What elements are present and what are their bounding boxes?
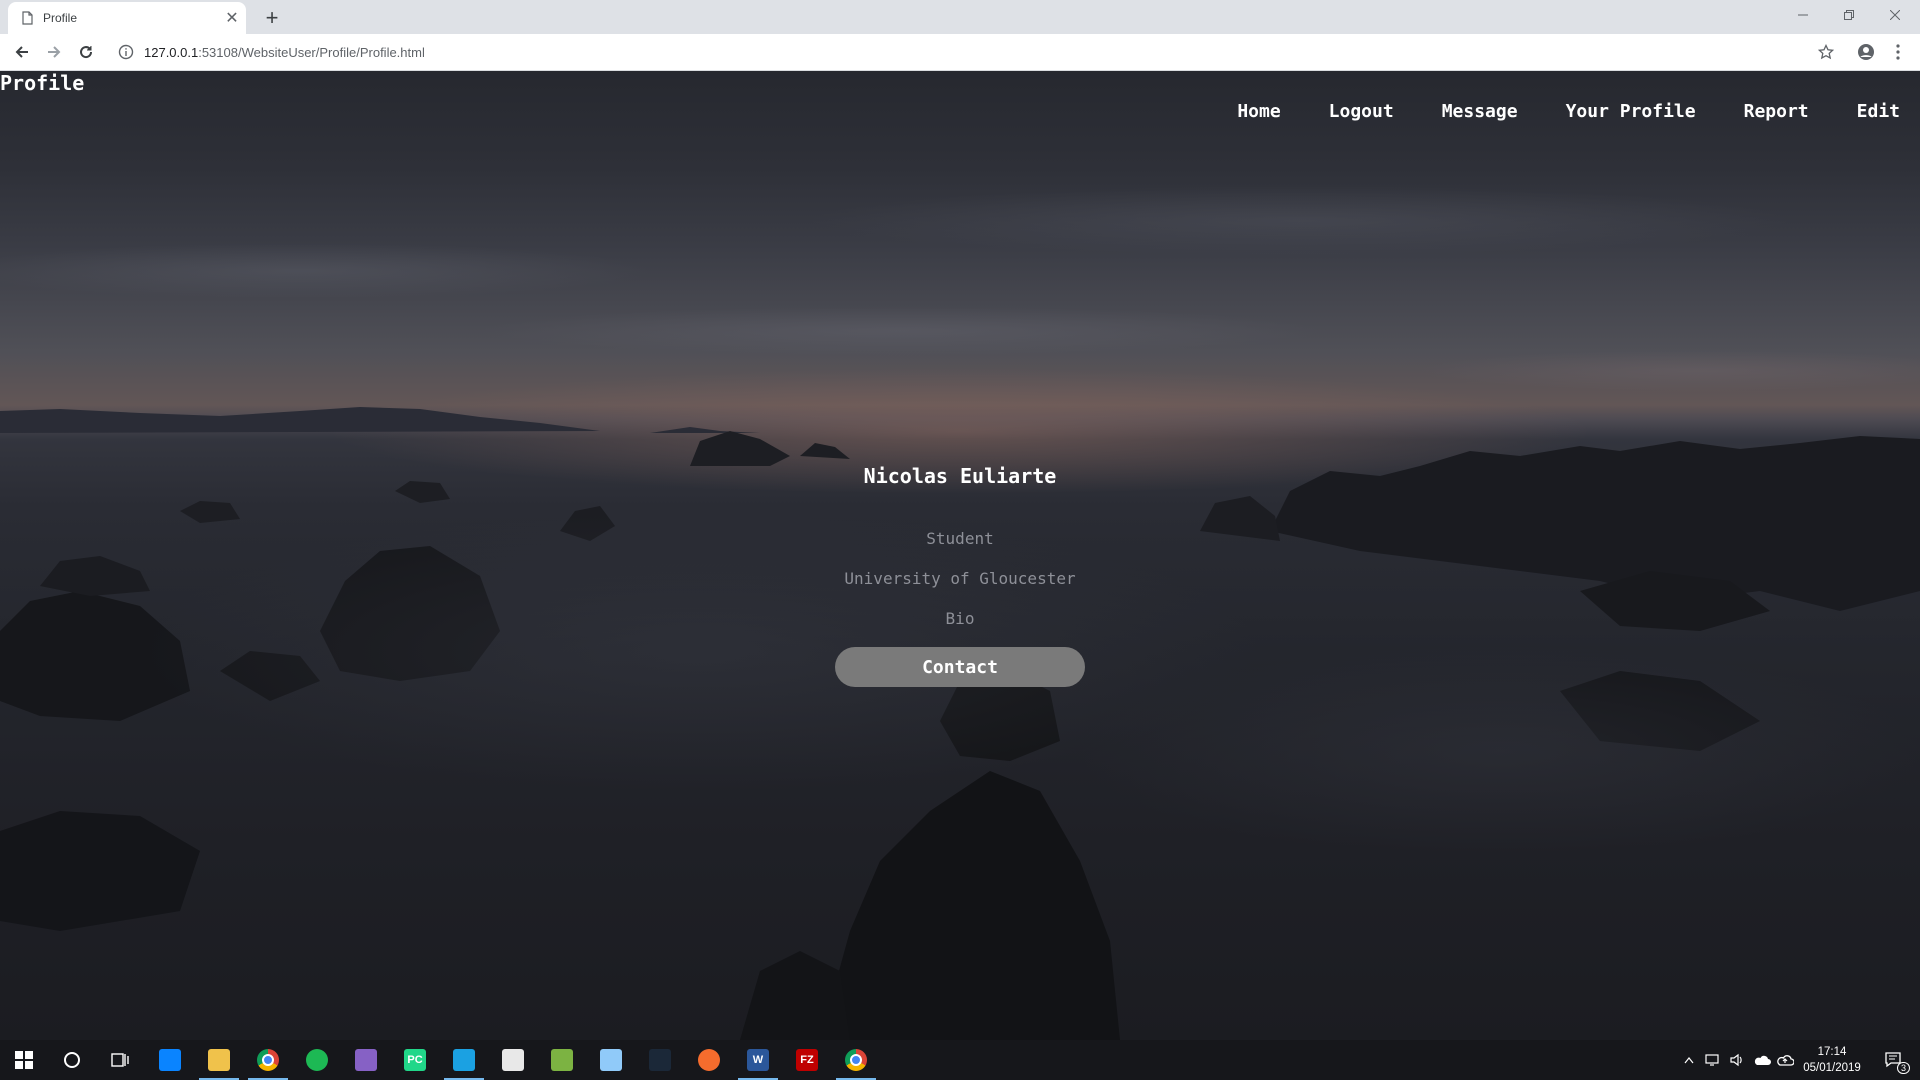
visual-studio-icon	[355, 1049, 377, 1071]
taskbar-app-label: W	[752, 1054, 764, 1066]
tab-title: Profile	[43, 11, 78, 25]
taskbar-app[interactable]	[146, 1040, 194, 1080]
browser-tab[interactable]: Profile ✕	[8, 2, 246, 34]
task-view-icon[interactable]	[96, 1040, 144, 1080]
close-tab-icon[interactable]: ✕	[218, 8, 246, 28]
file-explorer-icon	[208, 1049, 230, 1071]
steam-icon	[649, 1049, 671, 1071]
taskbar-app[interactable]	[489, 1040, 537, 1080]
taskbar-app[interactable]	[244, 1040, 292, 1080]
document-app-icon	[502, 1049, 524, 1071]
volume-icon[interactable]	[1726, 1040, 1748, 1080]
show-hidden-icons-icon[interactable]	[1678, 1040, 1700, 1080]
minimize-icon[interactable]	[1780, 0, 1826, 30]
chrome-icon	[257, 1049, 279, 1071]
chrome-icon	[845, 1049, 867, 1071]
clock-time: 17:14	[1817, 1046, 1847, 1058]
pycharm-icon: PC	[404, 1049, 426, 1071]
browser-toolbar: 127.0.0.1:53108/WebsiteUser/Profile/Prof…	[0, 34, 1920, 71]
nav-link-report[interactable]: Report	[1744, 101, 1809, 122]
restore-icon[interactable]	[1826, 0, 1872, 30]
url-host: 127.0.0.1	[144, 44, 199, 60]
profile-name: Nicolas Euliarte	[863, 464, 1057, 488]
clock-date: 05/01/2019	[1803, 1062, 1861, 1074]
page-viewport: Profile Home Logout Message Your Profile…	[0, 71, 1920, 1040]
new-tab-icon[interactable]: +	[258, 4, 286, 32]
url-path: :53108/WebsiteUser/Profile/Profile.html	[198, 44, 425, 60]
taskbar-app[interactable]	[293, 1040, 341, 1080]
info-icon[interactable]	[118, 44, 134, 60]
taskbar-app[interactable]	[538, 1040, 586, 1080]
windows-start-icon[interactable]	[0, 1040, 48, 1080]
origin-icon	[698, 1049, 720, 1071]
spreadsheet-app-icon	[551, 1049, 573, 1071]
close-window-icon[interactable]	[1872, 0, 1918, 30]
taskbar-app[interactable]	[636, 1040, 684, 1080]
word-icon: W	[747, 1049, 769, 1071]
taskbar-app[interactable]	[195, 1040, 243, 1080]
tab-strip: Profile ✕ +	[0, 0, 1920, 34]
onedrive-icon[interactable]	[1750, 1040, 1774, 1080]
address-bar[interactable]: 127.0.0.1:53108/WebsiteUser/Profile/Prof…	[110, 38, 1820, 66]
profile-role: Student	[926, 529, 994, 548]
bookmark-star-icon[interactable]	[1816, 42, 1836, 62]
profile-institution: University of Gloucester	[844, 569, 1076, 588]
nav-link-your-profile[interactable]: Your Profile	[1566, 101, 1696, 122]
system-clock[interactable]: 17:14 05/01/2019	[1790, 1044, 1874, 1076]
nav-link-message[interactable]: Message	[1442, 101, 1518, 122]
nav-link-logout[interactable]: Logout	[1329, 101, 1394, 122]
taskbar-app[interactable]	[440, 1040, 488, 1080]
taskbar-app[interactable]	[685, 1040, 733, 1080]
taskbar-app[interactable]: FZ	[783, 1040, 831, 1080]
profile-bio: Bio	[945, 609, 975, 628]
filezilla-icon: FZ	[796, 1049, 818, 1071]
taskbar: PC W FZ 17:14 05/01/2019 3	[0, 1040, 1920, 1080]
taskbar-app[interactable]: PC	[391, 1040, 439, 1080]
nav-link-edit[interactable]: Edit	[1857, 101, 1900, 122]
notification-count-badge: 3	[1896, 1062, 1910, 1074]
url-text: 127.0.0.1:53108/WebsiteUser/Profile/Prof…	[144, 45, 425, 60]
account-icon[interactable]	[1856, 42, 1876, 62]
spotify-icon	[306, 1049, 328, 1071]
contact-button[interactable]: Contact	[835, 647, 1085, 687]
nav-link-home[interactable]: Home	[1237, 101, 1280, 122]
taskbar-app[interactable]	[832, 1040, 880, 1080]
notepad-app-icon	[453, 1049, 475, 1071]
reload-icon[interactable]	[74, 40, 98, 64]
main-nav: Home Logout Message Your Profile Report …	[1237, 101, 1900, 122]
taskbar-app[interactable]	[342, 1040, 390, 1080]
forward-arrow-icon[interactable]	[42, 40, 66, 64]
network-icon[interactable]	[1702, 1040, 1724, 1080]
taskbar-app[interactable]	[587, 1040, 635, 1080]
taskbar-app[interactable]: W	[734, 1040, 782, 1080]
action-center-icon[interactable]: 3	[1876, 1040, 1912, 1080]
site-title[interactable]: Profile	[0, 71, 84, 95]
page-icon	[22, 11, 33, 25]
back-arrow-icon[interactable]	[10, 40, 34, 64]
onedrive-app-icon	[159, 1049, 181, 1071]
notes-app-icon	[600, 1049, 622, 1071]
taskbar-app-label: FZ	[800, 1054, 814, 1066]
cortana-search-icon[interactable]	[48, 1040, 96, 1080]
taskbar-app-label: PC	[407, 1054, 423, 1066]
menu-kebab-icon[interactable]	[1888, 42, 1908, 62]
